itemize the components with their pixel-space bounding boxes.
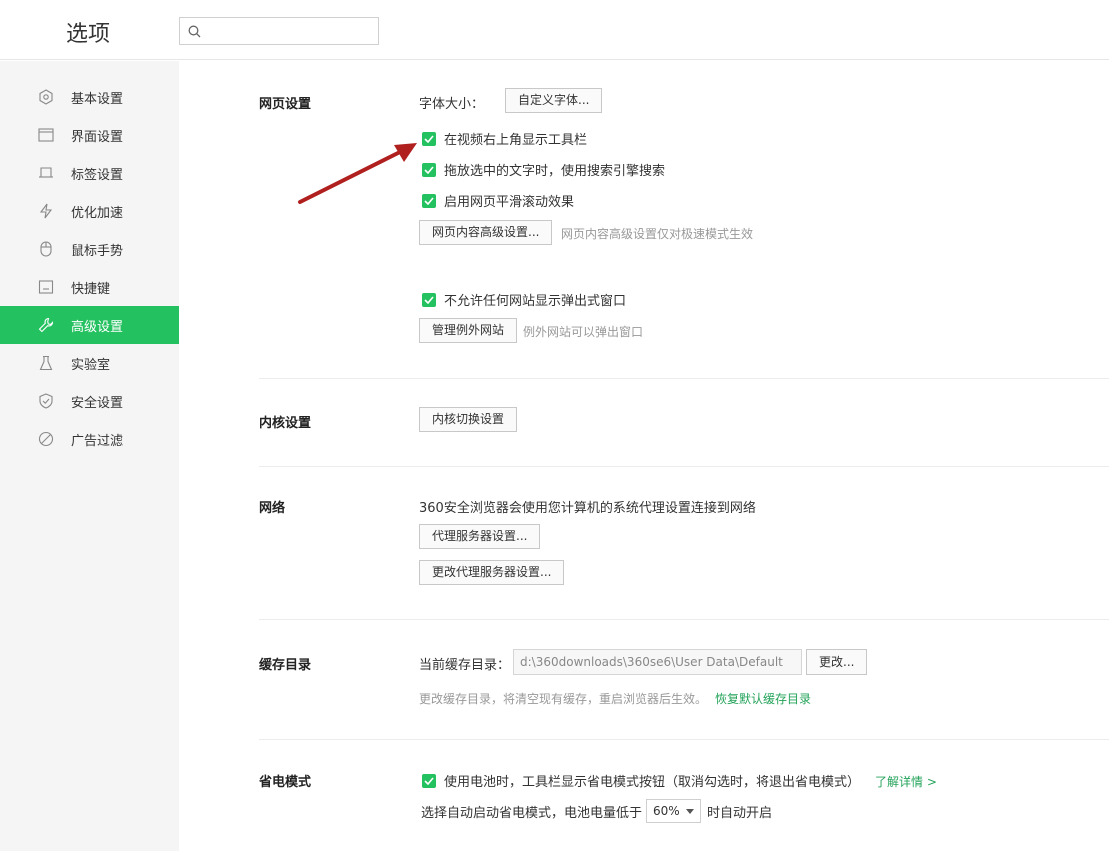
checkbox-checked-icon — [422, 193, 436, 208]
sidebar-item-label: 安全设置 — [71, 396, 124, 411]
font-size-label: 字体大小： — [419, 97, 485, 112]
sidebar-item-label: 界面设置 — [71, 130, 124, 145]
page-title: 选项 — [66, 22, 111, 47]
checkbox-checked-icon — [422, 773, 436, 788]
auto-power-suffix: 时自动开启 — [707, 806, 773, 821]
section-divider — [259, 739, 1109, 740]
manage-exceptions-hint: 例外网站可以弹出窗口 — [523, 325, 644, 339]
settings-icon — [39, 89, 53, 105]
checkbox-checked-icon — [422, 162, 436, 177]
section-divider — [259, 619, 1109, 620]
video-toolbar-checkbox[interactable]: 在视频右上角显示工具栏 — [422, 129, 587, 148]
sidebar-item-tabs[interactable]: 标签设置 — [0, 154, 179, 192]
cache-path-field[interactable]: d:\360downloads\360se6\User Data\Default — [513, 649, 802, 675]
shield-icon — [39, 393, 53, 409]
sidebar-item-label: 基本设置 — [71, 92, 124, 107]
change-proxy-button[interactable]: 更改代理服务器设置... — [419, 560, 565, 585]
power-more-link[interactable]: 了解详情 > — [875, 773, 937, 790]
kernel-switch-button[interactable]: 内核切换设置 — [419, 407, 518, 432]
sidebar-item-adblock[interactable]: 广告过滤 — [0, 420, 179, 458]
sidebar-item-label: 广告过滤 — [71, 434, 124, 449]
sidebar-item-label: 鼠标手势 — [71, 244, 124, 259]
sidebar: 基本设置 界面设置 标签设置 优化加速 鼠标手势 快捷键 高级设置 实验室 安全… — [0, 61, 179, 851]
checkbox-label: 拖放选中的文字时，使用搜索引擎搜索 — [444, 164, 666, 179]
search-icon — [188, 25, 201, 38]
restore-cache-link[interactable]: 恢复默认缓存目录 — [715, 690, 811, 707]
sidebar-item-advanced[interactable]: 高级设置 — [0, 306, 179, 344]
checkbox-label: 使用电池时，工具栏显示省电模式按钮（取消勾选时，将退出省电模式） — [444, 775, 861, 790]
checkbox-label: 启用网页平滑滚动效果 — [444, 195, 575, 210]
sidebar-item-label: 实验室 — [71, 358, 111, 373]
sidebar-item-lab[interactable]: 实验室 — [0, 344, 179, 382]
block-icon — [38, 431, 54, 447]
keyboard-icon — [38, 280, 54, 294]
search-input[interactable] — [179, 17, 379, 45]
sidebar-item-label: 优化加速 — [71, 206, 124, 221]
advanced-content-hint: 网页内容高级设置仅对极速模式生效 — [561, 227, 754, 241]
section-title-cache: 缓存目录 — [259, 658, 312, 673]
sidebar-item-interface[interactable]: 界面设置 — [0, 116, 179, 154]
cache-hint: 更改缓存目录，将清空现有缓存，重启浏览器后生效。 — [419, 692, 708, 706]
checkbox-label: 在视频右上角显示工具栏 — [444, 133, 588, 148]
checkbox-label: 不允许任何网站显示弹出式窗口 — [444, 294, 627, 309]
network-description: 360安全浏览器会使用您计算机的系统代理设置连接到网络 — [419, 501, 756, 516]
auto-power-prefix: 选择自动启动省电模式，电池电量低于 — [421, 806, 643, 821]
lightning-icon — [39, 203, 53, 219]
smooth-scroll-checkbox[interactable]: 启用网页平滑滚动效果 — [422, 191, 574, 210]
annotation-arrow-icon — [298, 143, 417, 204]
checkbox-checked-icon — [422, 131, 436, 146]
section-title-kernel: 内核设置 — [259, 416, 312, 431]
window-icon — [38, 128, 54, 142]
wrench-icon — [38, 317, 54, 333]
cache-dir-label: 当前缓存目录： — [419, 658, 511, 673]
drag-search-checkbox[interactable]: 拖放选中的文字时，使用搜索引擎搜索 — [422, 160, 665, 179]
checkbox-checked-icon — [422, 292, 436, 307]
flask-icon — [39, 355, 53, 371]
select-value: 60% — [653, 804, 680, 818]
section-title-power: 省电模式 — [259, 775, 312, 790]
sidebar-item-speed[interactable]: 优化加速 — [0, 192, 179, 230]
section-divider — [259, 466, 1109, 467]
sidebar-item-basic[interactable]: 基本设置 — [0, 78, 179, 116]
chevron-down-icon — [685, 809, 694, 814]
section-divider — [259, 378, 1109, 379]
sidebar-item-shortcuts[interactable]: 快捷键 — [0, 268, 179, 306]
proxy-settings-button[interactable]: 代理服务器设置... — [419, 524, 541, 549]
battery-threshold-select[interactable]: 60% — [646, 799, 701, 823]
sidebar-item-label: 快捷键 — [71, 282, 111, 297]
advanced-content-button[interactable]: 网页内容高级设置... — [419, 220, 553, 245]
tab-icon — [39, 167, 53, 178]
title-bar: 选项 — [0, 0, 1109, 60]
change-cache-button[interactable]: 更改... — [806, 649, 868, 675]
sidebar-item-label: 标签设置 — [71, 168, 124, 183]
custom-font-button[interactable]: 自定义字体... — [505, 88, 603, 113]
sidebar-item-security[interactable]: 安全设置 — [0, 382, 179, 420]
block-popups-checkbox[interactable]: 不允许任何网站显示弹出式窗口 — [422, 290, 626, 309]
sidebar-item-label: 高级设置 — [71, 320, 124, 335]
section-title-web: 网页设置 — [259, 97, 312, 112]
mouse-icon — [40, 241, 52, 257]
section-title-network: 网络 — [259, 501, 286, 516]
battery-mode-checkbox[interactable]: 使用电池时，工具栏显示省电模式按钮（取消勾选时，将退出省电模式） — [422, 771, 860, 790]
sidebar-item-mouse[interactable]: 鼠标手势 — [0, 230, 179, 268]
manage-exceptions-button[interactable]: 管理例外网站 — [419, 318, 518, 343]
